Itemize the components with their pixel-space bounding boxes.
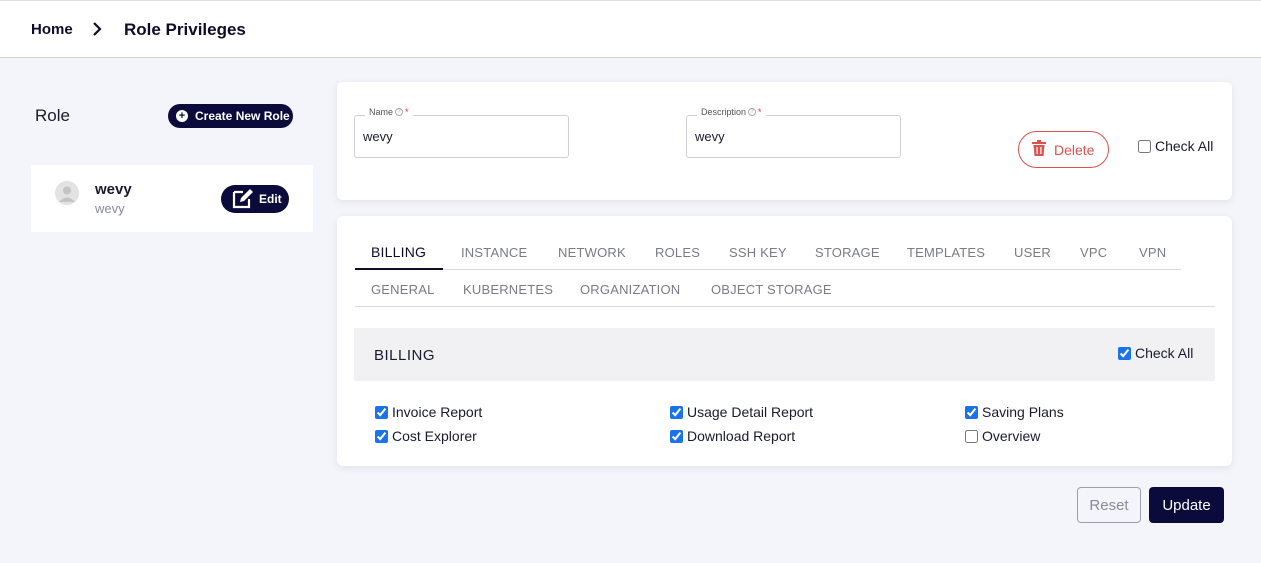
description-input[interactable] [695, 129, 890, 144]
avatar-icon [55, 181, 79, 205]
tab-kubernetes[interactable]: KUBERNETES [463, 282, 553, 297]
tab-instance[interactable]: INSTANCE [461, 245, 527, 260]
tab-templates[interactable]: TEMPLATES [907, 245, 985, 260]
tab-vpn[interactable]: VPN [1139, 245, 1166, 260]
permission-overview[interactable]: Overview [965, 428, 1040, 444]
section-title: BILLING [374, 347, 436, 364]
tab-roles[interactable]: ROLES [655, 245, 700, 260]
description-field[interactable]: Description ? * [686, 107, 901, 158]
permission-invoice-report[interactable]: Invoice Report [375, 404, 482, 420]
permission-usage-detail-report[interactable]: Usage Detail Report [670, 404, 813, 420]
breadcrumb-home-link[interactable]: Home [31, 21, 73, 38]
role-panel-title: Role [35, 106, 70, 125]
trash-icon [1032, 140, 1046, 159]
check-all-roles[interactable]: Check All [1138, 138, 1213, 154]
permission-cost-explorer[interactable]: Cost Explorer [375, 428, 477, 444]
permission-checkbox[interactable] [670, 405, 683, 419]
name-input[interactable] [363, 129, 558, 144]
chevron-right-icon [90, 21, 104, 37]
tab-network[interactable]: NETWORK [558, 245, 626, 260]
role-form-card: Name ? * Description ? * Delete Check Al… [337, 82, 1232, 200]
tab-general[interactable]: GENERAL [371, 282, 435, 297]
section-check-all[interactable]: Check All [1118, 345, 1193, 361]
tab-bar-secondary: GENERAL KUBERNETES ORGANIZATION OBJECT S… [355, 272, 1215, 307]
permission-checkbox[interactable] [375, 405, 388, 419]
billing-section-header: BILLING Check All [354, 328, 1215, 381]
role-list-item[interactable]: wevy wevy Edit [31, 165, 313, 232]
create-new-role-button[interactable]: + Create New Role [168, 104, 293, 128]
role-description: wevy [95, 201, 125, 216]
permission-download-report[interactable]: Download Report [670, 428, 795, 444]
update-button[interactable]: Update [1149, 487, 1224, 523]
permission-saving-plans[interactable]: Saving Plans [965, 404, 1064, 420]
help-icon: ? [395, 108, 404, 116]
page-title: Role Privileges [124, 20, 246, 39]
permission-checkbox[interactable] [375, 429, 388, 443]
role-name: wevy [95, 181, 132, 198]
name-field-label: Name ? * [365, 107, 413, 117]
tab-organization[interactable]: ORGANIZATION [580, 282, 680, 297]
help-icon: ? [748, 108, 757, 116]
check-all-checkbox[interactable] [1138, 139, 1151, 153]
active-tab-indicator [355, 268, 443, 270]
create-new-role-label: Create New Role [195, 109, 290, 123]
permission-checkbox[interactable] [965, 429, 978, 443]
edit-label: Edit [259, 192, 282, 206]
privileges-card: BILLING INSTANCE NETWORK ROLES SSH KEY S… [337, 216, 1232, 466]
delete-button[interactable]: Delete [1018, 131, 1109, 168]
edit-icon [231, 187, 255, 212]
tab-bar: BILLING INSTANCE NETWORK ROLES SSH KEY S… [355, 234, 1181, 270]
name-field[interactable]: Name ? * [354, 107, 569, 158]
tab-user[interactable]: USER [1014, 245, 1051, 260]
edit-role-button[interactable]: Edit [221, 185, 289, 213]
delete-label: Delete [1054, 141, 1095, 158]
tab-ssh-key[interactable]: SSH KEY [729, 245, 787, 260]
tab-vpc[interactable]: VPC [1080, 245, 1107, 260]
reset-button[interactable]: Reset [1077, 487, 1141, 523]
description-field-label: Description ? * [697, 107, 766, 117]
plus-circle-icon: + [176, 110, 188, 122]
section-check-all-checkbox[interactable] [1118, 346, 1131, 360]
tab-billing[interactable]: BILLING [371, 244, 426, 260]
breadcrumb: Home Role Privileges [0, 0, 1261, 58]
permission-checkbox[interactable] [670, 429, 683, 443]
tab-storage[interactable]: STORAGE [815, 245, 880, 260]
tab-object-storage[interactable]: OBJECT STORAGE [711, 282, 832, 297]
permission-checkbox[interactable] [965, 405, 978, 419]
